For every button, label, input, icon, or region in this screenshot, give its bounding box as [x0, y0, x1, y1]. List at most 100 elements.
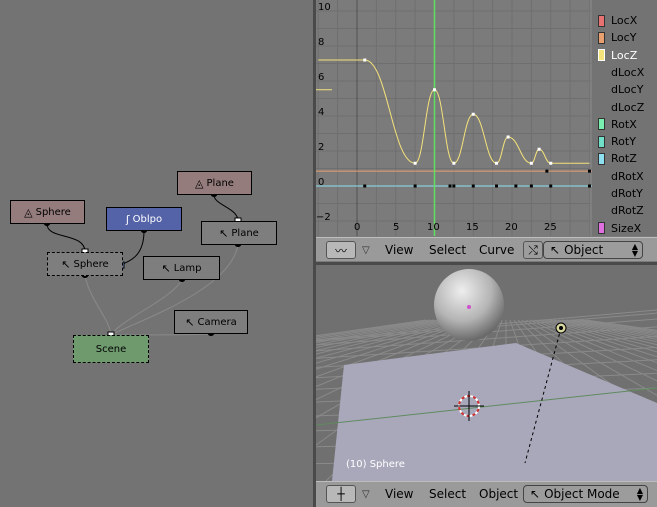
- oops-node-sphere-material[interactable]: ◬ Sphere: [10, 200, 85, 224]
- 3d-view-header: ┼ ▽ View Select Object ↖ Object Mode ▲ ▼: [316, 481, 657, 507]
- channel-drotz[interactable]: dRotZ: [598, 202, 644, 219]
- node-label: Sphere: [73, 258, 109, 270]
- menu-view[interactable]: View: [385, 243, 413, 257]
- menu-object[interactable]: Object: [479, 487, 518, 501]
- ipo-editor-icon: 〰: [334, 243, 347, 258]
- object-mode-icon: ↖: [530, 487, 541, 501]
- channel-color-swatch: [598, 152, 605, 165]
- header-collapse-icon[interactable]: ▽: [362, 245, 370, 256]
- ipo-type-select[interactable]: ↖ Object ▲ ▼: [543, 241, 643, 259]
- ipo-channel-list[interactable]: LocX LocY LocZ dLocX dLocY dLocZ RotX RotY RotZ d…: [592, 0, 657, 236]
- channel-label: LocX: [611, 14, 638, 27]
- oops-node-plane-object[interactable]: ↖ Plane: [201, 221, 277, 245]
- channel-rotx[interactable]: RotX: [598, 116, 637, 133]
- mode-select[interactable]: ↖ Object Mode ▲ ▼: [523, 485, 648, 503]
- node-label: Lamp: [173, 262, 202, 274]
- channel-color-swatch: [598, 188, 605, 200]
- oops-node-plane-material[interactable]: ◬ Plane: [177, 171, 252, 195]
- channel-locx[interactable]: LocX: [598, 12, 637, 29]
- channel-color-swatch: [598, 31, 605, 44]
- menu-select[interactable]: Select: [429, 243, 466, 257]
- channel-dlocy[interactable]: dLocY: [598, 81, 643, 98]
- menu-select[interactable]: Select: [429, 487, 466, 501]
- node-label: Scene: [95, 343, 127, 355]
- node-label: Plane: [231, 227, 259, 239]
- material-icon: ◬: [24, 205, 33, 219]
- ipo-type-button[interactable]: ⤭: [523, 241, 543, 259]
- oops-node-lamp[interactable]: ↖ Lamp: [143, 256, 220, 280]
- object-icon: ↖: [219, 226, 229, 240]
- ipo-type-icon: ⤭: [528, 242, 538, 257]
- y-tick-label: 4: [318, 107, 325, 118]
- channel-label: RotZ: [611, 152, 637, 166]
- channel-roty[interactable]: RotY: [598, 133, 636, 150]
- channel-color-swatch: [598, 14, 605, 27]
- channel-label: LocZ: [611, 48, 638, 62]
- channel-label: dLocY: [611, 83, 644, 97]
- menu-curve[interactable]: Curve: [479, 243, 514, 257]
- ipo-header: 〰 ▽ View Select Curve ⤭ ↖ Object ▲ ▼: [316, 237, 657, 261]
- channel-drotx[interactable]: dRotX: [598, 168, 644, 185]
- channel-rotz[interactable]: RotZ: [598, 150, 637, 167]
- y-tick-label: 8: [318, 37, 325, 48]
- y-tick-label: 10: [318, 2, 331, 13]
- x-tick-label: 15: [466, 222, 479, 233]
- y-tick-label: 6: [318, 72, 325, 83]
- node-label: Oblpo: [132, 213, 163, 225]
- channel-dlocz[interactable]: dLocZ: [598, 99, 644, 116]
- channel-color-swatch: [598, 135, 605, 148]
- header-collapse-icon[interactable]: ▽: [362, 489, 370, 500]
- channel-label: LocY: [611, 31, 637, 45]
- oops-node-ipo[interactable]: ʃ Oblpo: [106, 207, 182, 231]
- channel-color-swatch: [598, 222, 605, 235]
- active-object-label: (10) Sphere: [346, 459, 405, 470]
- channel-label: SizeX: [611, 221, 642, 235]
- ipo-type-value: Object: [564, 243, 604, 257]
- editor-type-button[interactable]: ┼: [326, 485, 356, 503]
- dropdown-arrows-icon: ▲ ▼: [631, 242, 638, 258]
- 3d-scene[interactable]: [316, 265, 657, 481]
- channel-color-swatch: [598, 205, 605, 217]
- channel-label: dRotX: [611, 169, 644, 183]
- oops-schematic-panel[interactable]: ◬ Sphere ʃ Oblpo ◬ Plane ↖ Plane ↖ Spher…: [0, 0, 313, 507]
- editor-type-button[interactable]: 〰: [326, 241, 356, 259]
- channel-locz[interactable]: LocZ: [598, 47, 637, 64]
- ipo-graph[interactable]: [316, 0, 592, 236]
- oops-node-sphere-object[interactable]: ↖ Sphere: [47, 252, 123, 276]
- ipo-curve-editor[interactable]: 10 8 6 4 2 0 −2 0 5 10 15 20 25 LocX LocY…: [316, 0, 657, 262]
- channel-color-swatch: [598, 66, 605, 78]
- 3d-view-icon: ┼: [337, 487, 345, 501]
- object-icon: ↖: [185, 315, 195, 329]
- x-tick-label: 20: [505, 222, 518, 233]
- object-icon: ↖: [550, 243, 561, 257]
- mode-value: Object Mode: [544, 487, 620, 501]
- channel-dlocx[interactable]: dLocX: [598, 64, 644, 81]
- object-icon: ↖: [161, 261, 171, 275]
- x-tick-label: 25: [544, 222, 557, 233]
- channel-label: dRotZ: [611, 204, 644, 218]
- node-label: Camera: [197, 316, 237, 328]
- channel-droty[interactable]: dRotY: [598, 185, 643, 202]
- channel-color-swatch: [598, 118, 605, 131]
- channel-label: dLocZ: [611, 100, 645, 114]
- node-label: Plane: [206, 177, 234, 189]
- channel-label: dLocX: [611, 65, 645, 79]
- menu-view[interactable]: View: [385, 487, 413, 501]
- channel-label: RotY: [611, 135, 636, 149]
- x-tick-label: 5: [393, 222, 400, 233]
- y-tick-label: 2: [318, 142, 325, 153]
- oops-node-camera[interactable]: ↖ Camera: [174, 310, 248, 334]
- channel-label: RotX: [611, 117, 637, 131]
- channel-color-swatch: [598, 101, 605, 113]
- channel-color-swatch: [598, 170, 605, 182]
- dropdown-arrows-icon: ▲ ▼: [636, 486, 643, 502]
- node-label: Sphere: [35, 206, 71, 218]
- y-tick-label: 0: [318, 177, 325, 188]
- oops-node-scene[interactable]: Scene: [73, 335, 149, 363]
- 3d-viewport[interactable]: (10) Sphere: [316, 265, 657, 481]
- channel-locy[interactable]: LocY: [598, 29, 636, 46]
- y-tick-label: −2: [316, 212, 331, 223]
- x-tick-label: 10: [427, 222, 440, 233]
- channel-label: dRotY: [611, 187, 643, 200]
- channel-sizex[interactable]: SizeX: [598, 220, 641, 237]
